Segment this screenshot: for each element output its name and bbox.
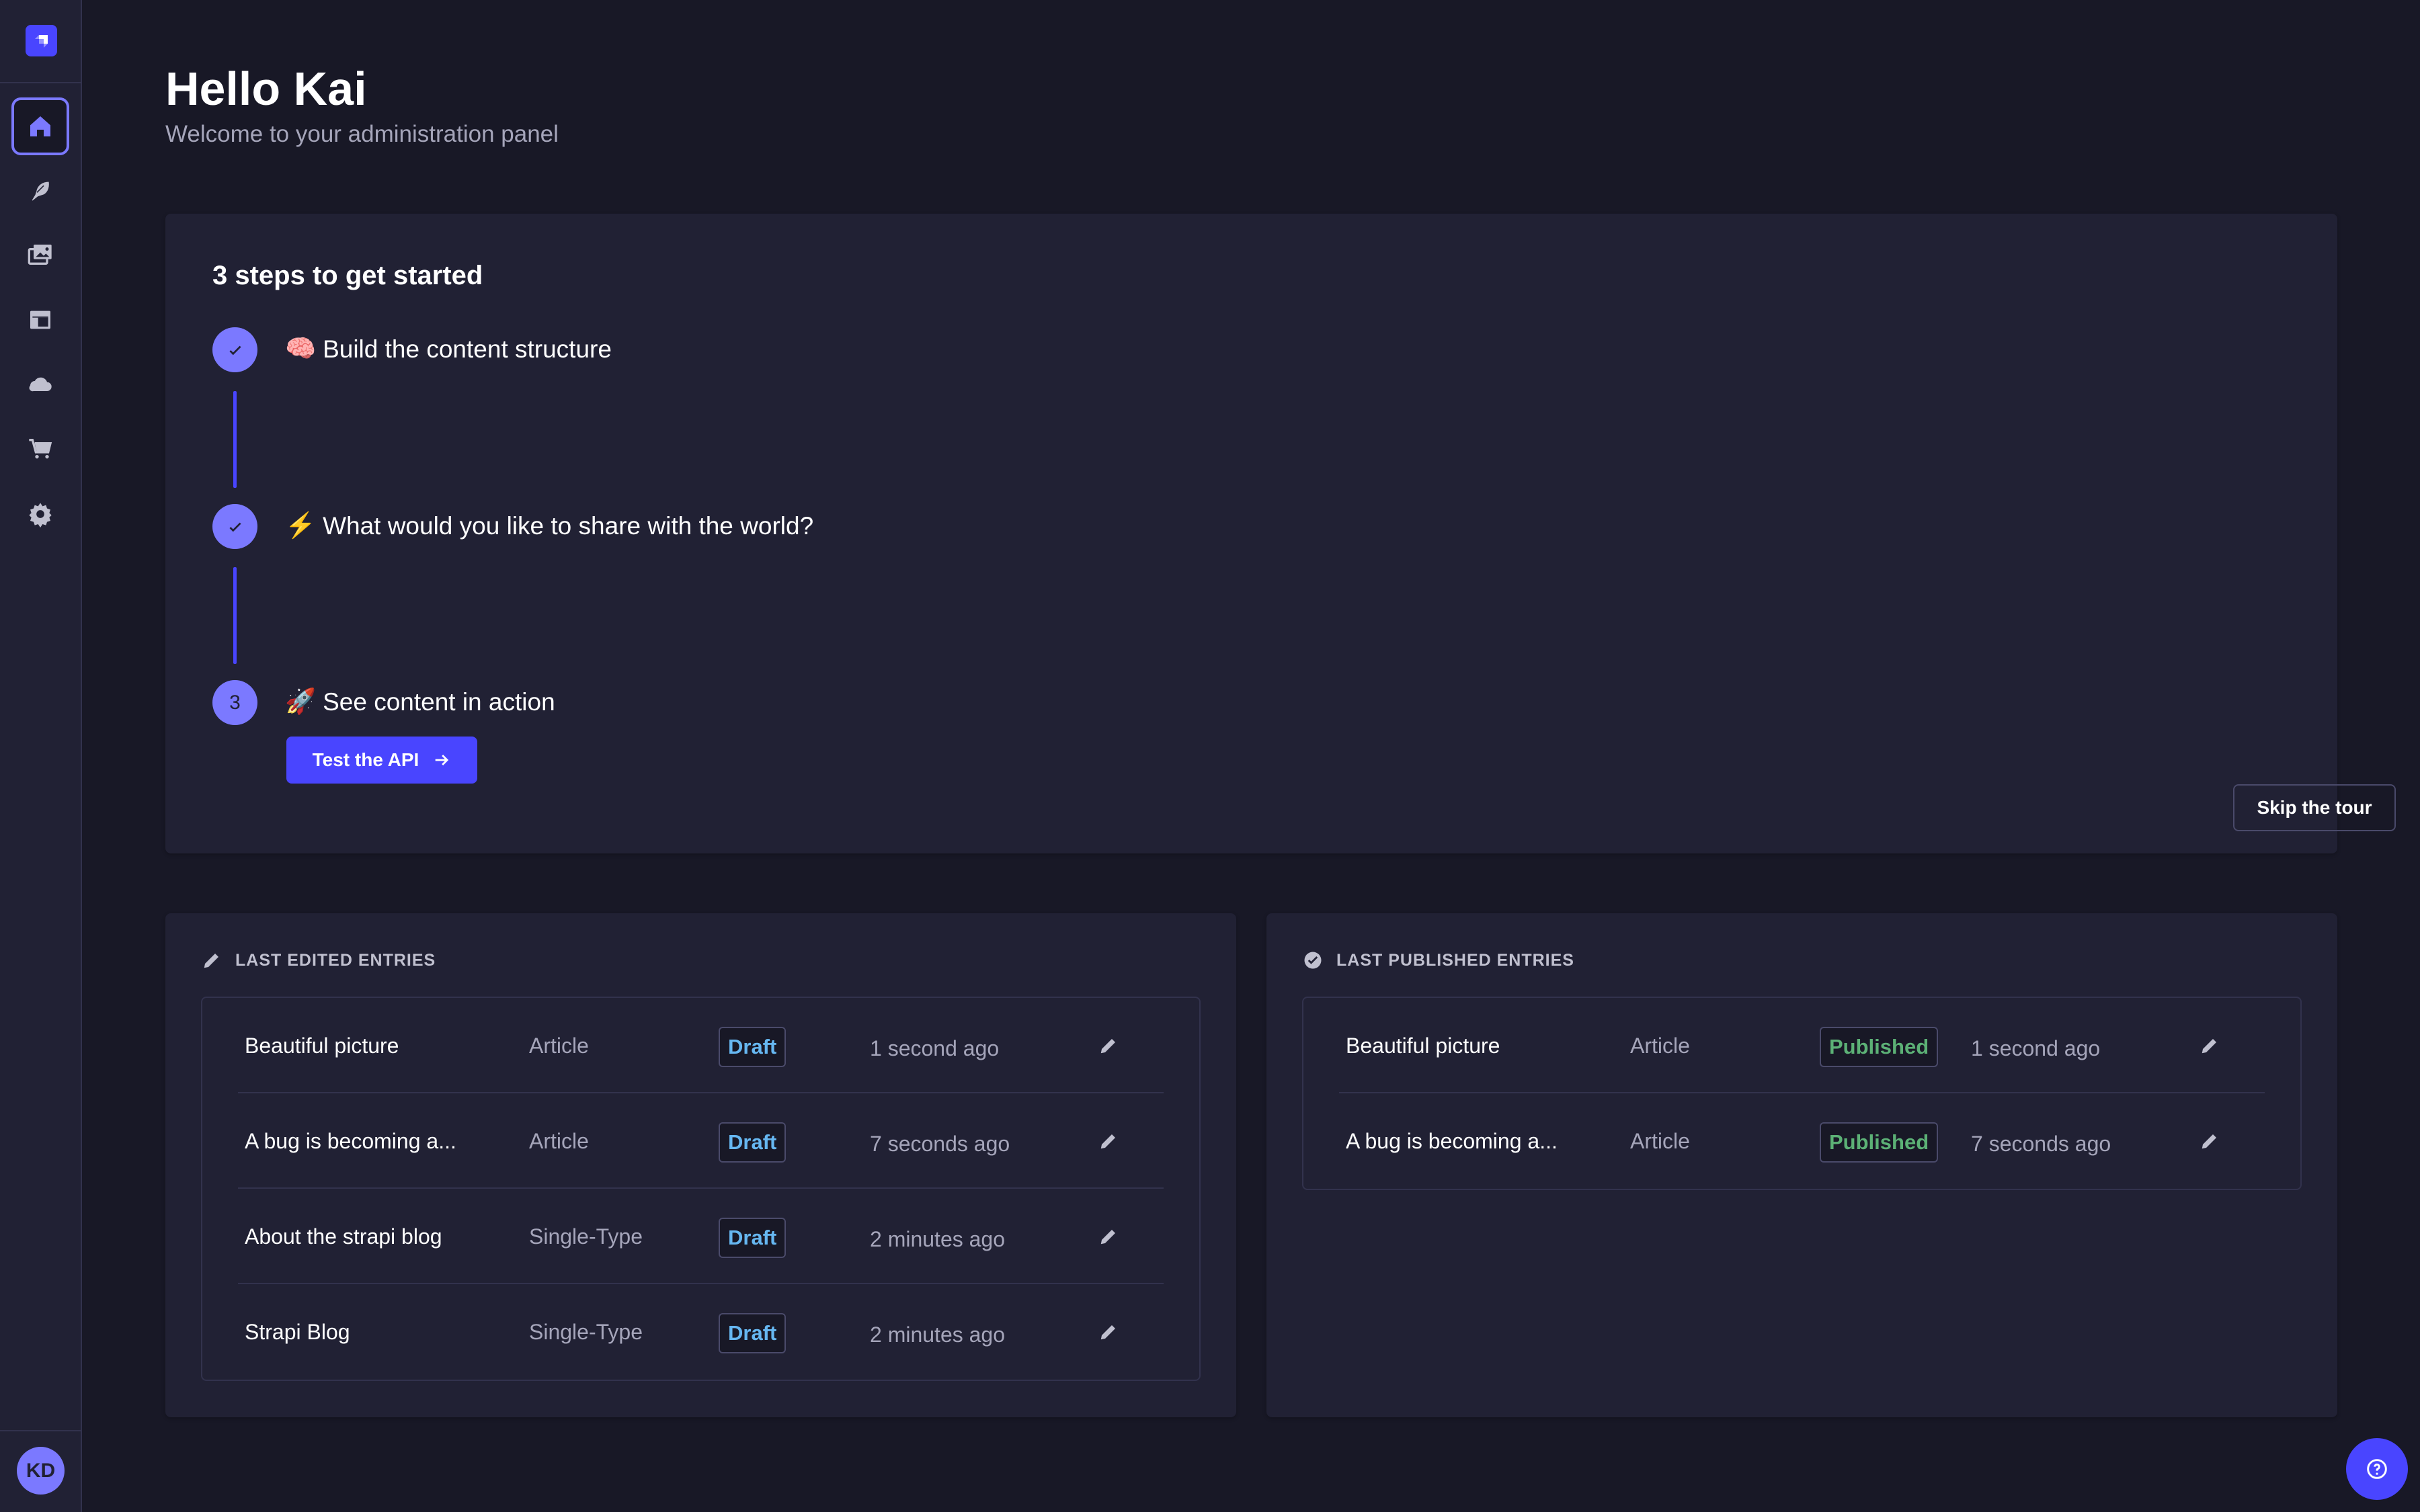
pencil-icon xyxy=(2202,1134,2216,1149)
entry-time: 7 seconds ago xyxy=(1971,1131,2111,1156)
pencil-icon xyxy=(1100,1325,1115,1340)
step-3-label: 🚀 See content in action xyxy=(285,687,555,716)
layout-icon xyxy=(30,310,50,329)
cloud-icon xyxy=(29,377,52,392)
pencil-icon xyxy=(1100,1230,1115,1245)
last-edited-header: LAST EDITED ENTRIES xyxy=(202,950,436,970)
step-1-done-marker xyxy=(212,327,257,372)
status-badge: Draft xyxy=(719,1313,787,1353)
entry-row[interactable]: About the strapi blog Single-Type Draft … xyxy=(238,1189,1164,1284)
test-the-api-button[interactable]: Test the API xyxy=(286,737,477,784)
entry-type: Article xyxy=(529,1033,589,1058)
rocket-emoji-icon: 🚀 xyxy=(285,687,317,715)
edit-entry-button[interactable] xyxy=(1098,998,1119,1093)
edit-entry-button[interactable] xyxy=(2200,998,2220,1093)
edit-entry-button[interactable] xyxy=(1098,1284,1119,1380)
step-connector xyxy=(233,567,237,664)
last-published-header: LAST PUBLISHED ENTRIES xyxy=(1303,950,1574,970)
entry-row[interactable]: A bug is becoming a... Article Draft 7 s… xyxy=(238,1093,1164,1189)
last-edited-card: LAST EDITED ENTRIES Beautiful picture Ar… xyxy=(165,913,1236,1417)
entry-time: 2 minutes ago xyxy=(870,1226,1006,1251)
status-badge: Published xyxy=(1820,1122,1939,1163)
pencil-icon xyxy=(2202,1039,2216,1054)
test-the-api-label: Test the API xyxy=(312,749,419,770)
check-circle-icon xyxy=(1304,952,1322,969)
entry-row[interactable]: Beautiful picture Article Draft 1 second… xyxy=(238,998,1164,1093)
feather-icon xyxy=(30,180,50,202)
entry-name: A bug is becoming a... xyxy=(1346,1128,1558,1153)
entry-name: Strapi Blog xyxy=(245,1319,350,1344)
step-3-text: See content in action xyxy=(323,687,555,716)
step-1-text: Build the content structure xyxy=(323,335,612,363)
entry-type: Article xyxy=(529,1128,589,1153)
step-connector xyxy=(233,391,237,488)
entry-name: About the strapi blog xyxy=(245,1224,442,1249)
entry-name: A bug is becoming a... xyxy=(245,1128,456,1153)
page-title: Hello Kai xyxy=(165,62,367,115)
check-icon xyxy=(229,522,241,532)
last-edited-list: Beautiful picture Article Draft 1 second… xyxy=(201,997,1201,1381)
sidebar-item-media-library[interactable] xyxy=(11,226,69,284)
strapi-logo[interactable] xyxy=(26,25,57,56)
images-icon xyxy=(28,245,52,265)
sidebar-item-home[interactable] xyxy=(11,97,69,155)
pencil-icon xyxy=(1100,1134,1115,1149)
status-badge: Draft xyxy=(719,1218,787,1258)
status-badge: Draft xyxy=(719,1027,787,1067)
help-button[interactable] xyxy=(2346,1438,2408,1500)
pencil-icon xyxy=(1100,1039,1115,1054)
last-published-title: LAST PUBLISHED ENTRIES xyxy=(1336,950,1574,970)
edit-entry-button[interactable] xyxy=(1098,1189,1119,1284)
brain-emoji-icon: 🧠 xyxy=(285,335,317,362)
last-published-card: LAST PUBLISHED ENTRIES Beautiful picture… xyxy=(1266,913,2337,1417)
entry-time: 7 seconds ago xyxy=(870,1131,1010,1156)
cart-icon xyxy=(29,439,52,459)
user-avatar[interactable]: KD xyxy=(17,1447,65,1495)
step-2-text: What would you like to share with the wo… xyxy=(323,511,814,540)
step-3-number-marker: 3 xyxy=(212,680,257,725)
guided-tour-title: 3 steps to get started xyxy=(212,261,483,290)
entry-type: Article xyxy=(1630,1033,1690,1058)
last-published-list: Beautiful picture Article Published 1 se… xyxy=(1302,997,2302,1190)
last-edited-title: LAST EDITED ENTRIES xyxy=(235,950,436,970)
edit-entry-button[interactable] xyxy=(1098,1093,1119,1189)
step-2-label: ⚡ What would you like to share with the … xyxy=(285,511,813,540)
gear-icon xyxy=(29,503,52,528)
sidebar-divider-bottom xyxy=(0,1430,81,1431)
sidebar-item-content-type-builder[interactable] xyxy=(11,291,69,349)
guided-tour-card: 3 steps to get started 🧠 Build the conte… xyxy=(165,214,2337,853)
entry-type: Single-Type xyxy=(529,1319,643,1344)
step-2-done-marker xyxy=(212,504,257,549)
entry-time: 1 second ago xyxy=(870,1036,1000,1060)
sidebar: KD xyxy=(0,0,82,1512)
status-badge: Published xyxy=(1820,1027,1939,1067)
skip-the-tour-button[interactable]: Skip the tour xyxy=(2233,784,2396,831)
check-icon xyxy=(229,345,241,355)
strapi-logo-icon xyxy=(34,34,48,48)
question-circle-icon xyxy=(2367,1459,2387,1479)
arrow-right-icon xyxy=(436,755,449,765)
entry-time: 1 second ago xyxy=(1971,1036,2101,1060)
sidebar-item-content-manager[interactable] xyxy=(11,161,69,219)
sidebar-item-deploy[interactable] xyxy=(11,355,69,413)
main-content: Hello Kai Welcome to your administration… xyxy=(82,0,2420,1512)
entry-row[interactable]: A bug is becoming a... Article Published… xyxy=(1339,1093,2265,1189)
edit-entry-button[interactable] xyxy=(2200,1093,2220,1189)
entry-type: Single-Type xyxy=(529,1224,643,1249)
entry-name: Beautiful picture xyxy=(245,1033,399,1058)
sidebar-item-marketplace[interactable] xyxy=(11,420,69,478)
entry-time: 2 minutes ago xyxy=(870,1322,1006,1347)
lightning-emoji-icon: ⚡ xyxy=(285,511,317,539)
entry-row[interactable]: Beautiful picture Article Published 1 se… xyxy=(1339,998,2265,1093)
sidebar-item-settings[interactable] xyxy=(11,485,69,543)
house-icon xyxy=(30,116,50,136)
entry-type: Article xyxy=(1630,1128,1690,1153)
sidebar-divider xyxy=(0,82,81,83)
status-badge: Draft xyxy=(719,1122,787,1163)
step-1-label: 🧠 Build the content structure xyxy=(285,335,612,364)
pencil-icon xyxy=(204,954,218,968)
entry-name: Beautiful picture xyxy=(1346,1033,1500,1058)
entry-row[interactable]: Strapi Blog Single-Type Draft 2 minutes … xyxy=(238,1284,1164,1380)
page-subtitle: Welcome to your administration panel xyxy=(165,121,559,147)
